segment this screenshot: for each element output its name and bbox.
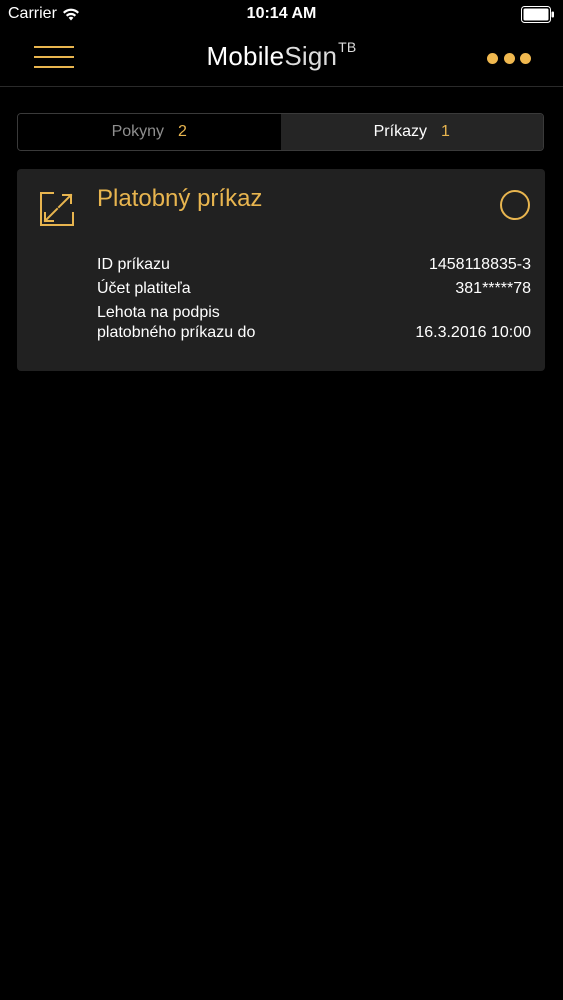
detail-value: 381*****78 [455,280,531,297]
app-title: MobileSignTB [0,39,563,72]
tab-label: Pokyny [111,123,165,140]
detail-label: Lehota na podpis platobného príkazu do [97,303,255,343]
dot [487,52,498,64]
tab-pokyny[interactable]: Pokyny 2 [18,114,281,150]
detail-row-signing-deadline: Lehota na podpis platobného príkazu do 1… [97,303,531,343]
tab-prikazy[interactable]: Príkazy 1 [280,114,543,150]
detail-row-payer-account: Účet platiteľa 381*****78 [97,279,531,299]
card-title: Platobný príkaz [97,185,263,212]
more-dots-icon[interactable] [487,50,531,66]
select-radio[interactable] [500,190,530,220]
detail-row-order-id: ID príkazu 1458118835-3 [97,255,531,275]
detail-label: ID príkazu [97,256,170,273]
detail-label: Účet platiteľa [97,280,191,297]
detail-value: 1458118835-3 [428,256,531,273]
dot [520,52,531,64]
detail-label-line: platobného príkazu do [97,324,256,341]
detail-value: 16.3.2016 10:00 [415,324,531,341]
tab-count-badge: 2 [178,123,187,140]
app-title-main: Mobile [206,41,285,71]
detail-label-line: Lehota na podpis [97,304,220,321]
app-title-light: Sign [284,41,338,71]
status-time: 10:14 AM [246,5,317,22]
status-bar: Carrier 10:14 AM [0,0,563,30]
tab-count-badge: 1 [440,123,450,140]
tab-switcher: Pokyny 2 Príkazy 1 [17,113,544,151]
transfer-arrows-icon [40,192,74,226]
battery-icon [521,6,554,23]
payment-order-card[interactable]: Platobný príkaz ID príkazu 1458118835-3 … [17,169,545,371]
order-details: ID príkazu 1458118835-3 Účet platiteľa 3… [97,255,531,347]
nav-bar: MobileSignTB [0,30,563,87]
tab-label: Príkazy [373,123,427,140]
dot [503,52,515,64]
app-title-superscript: TB [338,39,357,55]
